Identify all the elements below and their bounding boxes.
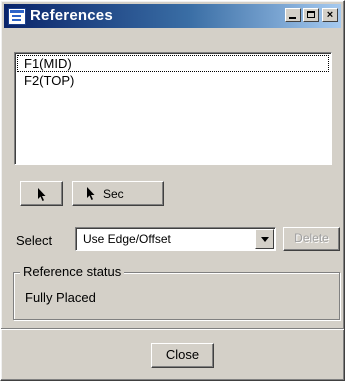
close-window-button[interactable]: × — [322, 8, 338, 22]
pick-reference-button[interactable] — [20, 181, 63, 206]
list-item[interactable]: F2(TOP) — [15, 72, 331, 89]
references-list[interactable]: F1(MID) F2(TOP) — [14, 52, 332, 165]
sec-label: Sec — [103, 187, 124, 201]
references-dialog: References × F1(MID) F2(TOP) Sec Select … — [0, 0, 345, 381]
arrow-cursor-icon — [37, 187, 47, 202]
minimize-button[interactable] — [285, 8, 301, 22]
status-value: Fully Placed — [25, 290, 96, 305]
close-button[interactable]: Close — [151, 343, 214, 368]
chevron-down-icon[interactable] — [255, 229, 274, 249]
combo-value: Use Edge/Offset — [83, 232, 171, 246]
title-bar[interactable]: References × — [4, 4, 341, 28]
maximize-button[interactable] — [303, 8, 319, 22]
pick-section-button[interactable]: Sec — [72, 181, 164, 206]
app-icon — [8, 8, 26, 25]
divider — [1, 328, 344, 330]
close-icon: × — [326, 9, 334, 21]
delete-button[interactable]: Delete — [283, 227, 340, 251]
select-label: Select — [16, 233, 53, 248]
arrow-cursor-icon — [86, 187, 96, 201]
list-item[interactable]: F1(MID) — [17, 55, 329, 72]
window-title: References — [30, 7, 113, 24]
reference-status-group: Reference status Fully Placed — [13, 264, 340, 320]
reference-type-select[interactable]: Use Edge/Offset — [75, 227, 276, 251]
group-title: Reference status — [20, 264, 125, 279]
